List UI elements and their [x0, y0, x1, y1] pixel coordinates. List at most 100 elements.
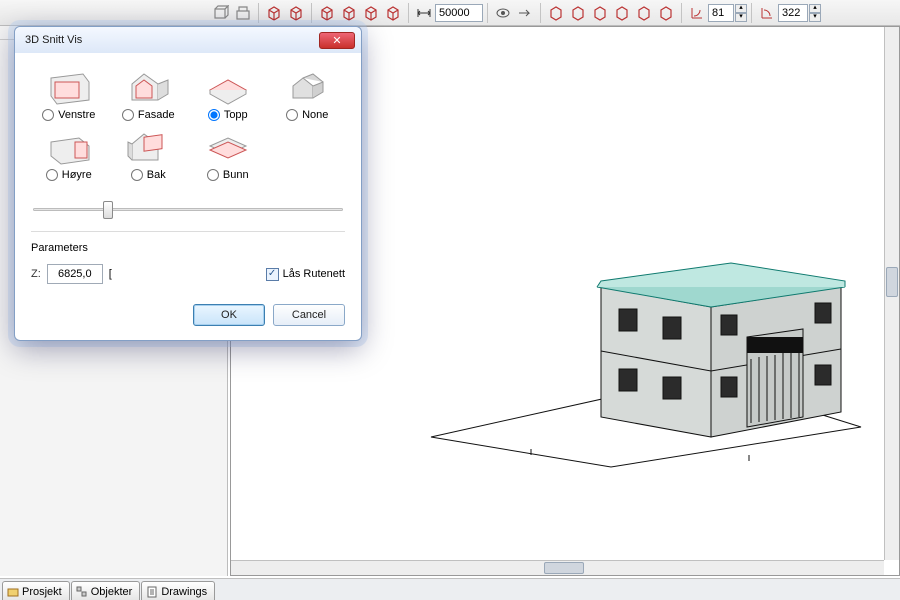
slider-thumb[interactable]	[103, 201, 113, 219]
cancel-button[interactable]: Cancel	[273, 304, 345, 326]
z-input[interactable]	[47, 264, 103, 284]
value1-spinner[interactable]: ▴▾	[735, 4, 747, 22]
dialog-buttons: OK Cancel	[31, 304, 345, 326]
cube-view-4-icon[interactable]	[339, 3, 359, 23]
slider-track	[33, 208, 343, 211]
parameters-row: Z: [ Lås Rutenett	[31, 264, 345, 284]
topp-icon	[204, 70, 252, 106]
cube-view-5-icon[interactable]	[361, 3, 381, 23]
direction-icon[interactable]	[515, 3, 535, 23]
lock-grid-checkbox[interactable]: Lås Rutenett	[266, 268, 345, 281]
building-model	[401, 217, 881, 477]
cube-view-2-icon[interactable]	[286, 3, 306, 23]
toolbar-separator	[258, 3, 259, 23]
toolbar-separator	[408, 3, 409, 23]
view-hoyre[interactable]: Høyre	[31, 129, 107, 181]
render-tool-icon[interactable]	[233, 3, 253, 23]
radio-label: Topp	[224, 109, 248, 121]
bottom-tab-bar: Prosjekt Objekter Drawings	[0, 578, 900, 600]
tab-label: Drawings	[161, 586, 207, 598]
dimension-arrows-icon[interactable]	[414, 3, 434, 23]
tab-label: Prosjekt	[22, 586, 62, 598]
tab-drawings[interactable]: Drawings	[141, 581, 215, 600]
bunn-icon	[204, 130, 252, 166]
cube-red-2-icon[interactable]	[568, 3, 588, 23]
ok-label: OK	[221, 309, 237, 321]
tab-prosjekt[interactable]: Prosjekt	[2, 581, 70, 600]
view-fasade[interactable]: Fasade	[111, 69, 187, 121]
radio-label: Bunn	[223, 169, 249, 181]
value2-field[interactable]	[778, 4, 808, 22]
vscroll-thumb[interactable]	[886, 267, 898, 297]
view-empty	[270, 129, 346, 181]
bunn-radio[interactable]	[207, 169, 219, 181]
cube-red-6-icon[interactable]	[656, 3, 676, 23]
fasade-icon	[124, 70, 172, 106]
objects-icon	[76, 586, 88, 598]
cube-red-1-icon[interactable]	[546, 3, 566, 23]
bak-radio[interactable]	[131, 169, 143, 181]
angle-x-icon[interactable]	[757, 3, 777, 23]
view-grid: Venstre Fasade Topp None Høyre Bak	[31, 69, 345, 181]
dialog-body: Venstre Fasade Topp None Høyre Bak	[15, 53, 361, 340]
angle-z-icon[interactable]	[687, 3, 707, 23]
radio-label: Fasade	[138, 109, 175, 121]
toolbar-separator	[487, 3, 488, 23]
close-button[interactable]: ✕	[319, 32, 355, 49]
toolbar-separator	[751, 3, 752, 23]
none-radio[interactable]	[286, 109, 298, 121]
toolbar-separator	[681, 3, 682, 23]
checkbox-icon	[266, 268, 279, 281]
view-venstre[interactable]: Venstre	[31, 69, 107, 121]
fasade-radio[interactable]	[122, 109, 134, 121]
topp-radio[interactable]	[208, 109, 220, 121]
radio-label: Venstre	[58, 109, 95, 121]
distance-field[interactable]	[435, 4, 483, 22]
bak-icon	[124, 130, 172, 166]
venstre-radio[interactable]	[42, 109, 54, 121]
cube-view-6-icon[interactable]	[383, 3, 403, 23]
ok-button[interactable]: OK	[193, 304, 265, 326]
section-slider[interactable]	[33, 199, 343, 221]
toolbar-separator	[540, 3, 541, 23]
divider	[31, 231, 345, 232]
hscroll-thumb[interactable]	[544, 562, 584, 574]
vertical-scrollbar[interactable]	[884, 27, 899, 560]
parameters-heading: Parameters	[31, 242, 345, 254]
tab-objekter[interactable]: Objekter	[71, 581, 141, 600]
drawings-icon	[146, 586, 158, 598]
close-icon: ✕	[332, 34, 341, 47]
view-topp[interactable]: Topp	[190, 69, 266, 121]
toolbar-separator	[311, 3, 312, 23]
lock-grid-label: Lås Rutenett	[283, 268, 345, 280]
z-label: Z:	[31, 268, 41, 280]
cancel-label: Cancel	[292, 309, 326, 321]
tab-label: Objekter	[91, 586, 133, 598]
cube-red-4-icon[interactable]	[612, 3, 632, 23]
z-bracket: [	[109, 268, 112, 280]
cube-view-3-icon[interactable]	[317, 3, 337, 23]
eye-icon[interactable]	[493, 3, 513, 23]
radio-label: Bak	[147, 169, 166, 181]
hoyre-radio[interactable]	[46, 169, 58, 181]
horizontal-scrollbar[interactable]	[231, 560, 884, 575]
value2-spinner[interactable]: ▴▾	[809, 4, 821, 22]
view-tool-icon[interactable]	[211, 3, 231, 23]
dialog-titlebar[interactable]: 3D Snitt Vis ✕	[15, 27, 361, 53]
value1-field[interactable]	[708, 4, 734, 22]
radio-label: Høyre	[62, 169, 92, 181]
3d-snitt-vis-dialog: 3D Snitt Vis ✕ Venstre Fasade Topp None	[14, 26, 362, 341]
view-bak[interactable]: Bak	[111, 129, 187, 181]
cube-red-5-icon[interactable]	[634, 3, 654, 23]
view-bunn[interactable]: Bunn	[190, 129, 266, 181]
cube-view-1-icon[interactable]	[264, 3, 284, 23]
dialog-title: 3D Snitt Vis	[25, 34, 82, 46]
main-toolbar: ▴▾ ▴▾	[0, 0, 900, 26]
hoyre-icon	[45, 130, 93, 166]
radio-label: None	[302, 109, 328, 121]
cube-red-3-icon[interactable]	[590, 3, 610, 23]
view-none[interactable]: None	[270, 69, 346, 121]
venstre-icon	[45, 70, 93, 106]
folder-icon	[7, 586, 19, 598]
none-icon	[283, 70, 331, 106]
